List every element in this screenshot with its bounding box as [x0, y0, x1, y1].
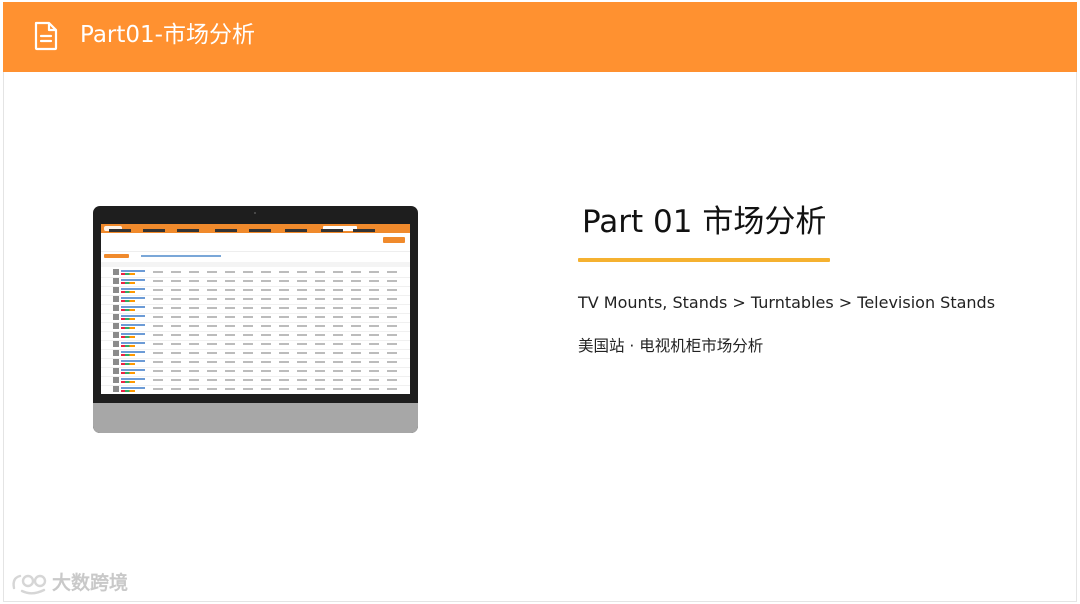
screen-row-part — [121, 327, 135, 329]
screen-row-part — [113, 314, 119, 320]
screen-row-part — [113, 305, 119, 311]
screen-row-part — [113, 341, 119, 347]
screen-row-part — [153, 289, 403, 291]
screen-row-part — [121, 297, 145, 299]
screen-row-part — [121, 273, 135, 275]
monitor-chin — [93, 403, 418, 433]
screen-row-part — [113, 368, 119, 374]
screen-row-part — [121, 351, 145, 353]
screen-row-part — [153, 280, 403, 282]
screen-row-part — [121, 387, 145, 389]
screen-row-part — [121, 333, 145, 335]
screen-row-part — [113, 332, 119, 338]
brand-logo-icon — [12, 574, 47, 595]
screen-row-part — [113, 287, 119, 293]
screen-row-part — [121, 342, 145, 344]
screen-stat — [177, 229, 199, 232]
screen-row-part — [121, 300, 135, 302]
screen-row-part — [113, 350, 119, 356]
screen-row-part — [113, 269, 119, 275]
screen-row-part — [121, 360, 145, 362]
screen-row-part — [121, 378, 145, 380]
screen-row-part — [153, 343, 403, 345]
watermark-text: 大数跨境 — [52, 572, 129, 594]
screen-row-part — [153, 370, 403, 372]
section-subtitle: 美国站 · 电视机柜市场分析 — [578, 337, 764, 355]
screen-button — [383, 237, 405, 243]
screen-row-part — [153, 379, 403, 381]
screen-filter-links — [141, 255, 221, 257]
screen-row-part — [153, 298, 403, 300]
screen-row-part — [113, 359, 119, 365]
screen-row-part — [113, 323, 119, 329]
title-underline — [578, 258, 830, 262]
screen-row-part — [121, 363, 135, 365]
screen-stat — [143, 229, 165, 232]
screen-row-part — [121, 309, 135, 311]
screen-stat — [353, 229, 375, 232]
screen-row-part — [121, 381, 135, 383]
screen-row-part — [113, 296, 119, 302]
dashboard-screenshot-image — [93, 206, 418, 433]
screen-row-part — [153, 361, 403, 363]
camera-dot — [254, 212, 256, 214]
screen-row-part — [153, 271, 403, 273]
screen-row-part — [121, 336, 135, 338]
screen-row-part — [113, 386, 119, 392]
screen-row-part — [153, 307, 403, 309]
screen-row-part — [121, 279, 145, 281]
screen-row-part — [153, 388, 403, 390]
screen-row-part — [121, 315, 145, 317]
category-breadcrumb: TV Mounts, Stands > Turntables > Televis… — [578, 293, 996, 312]
page-title: Part01-市场分析 — [80, 22, 255, 48]
screen-row-part — [153, 334, 403, 336]
screen-stat — [109, 229, 131, 232]
document-icon — [34, 21, 58, 51]
screen-row-part — [121, 270, 145, 272]
screen-row-part — [113, 377, 119, 383]
screen-row-part — [153, 352, 403, 354]
screen-row-part — [121, 324, 145, 326]
screen-filter — [104, 254, 129, 258]
monitor-screen — [101, 224, 410, 394]
screen-row-part — [121, 372, 135, 374]
screen-stat — [249, 229, 271, 232]
screen-row-part — [153, 325, 403, 327]
screen-stat — [285, 229, 307, 232]
screen-table-row — [101, 385, 410, 394]
section-title: Part 01 市场分析 — [582, 204, 827, 240]
screen-row-part — [121, 318, 135, 320]
screen-row-part — [121, 369, 145, 371]
screen-row-part — [121, 354, 135, 356]
screen-row-part — [113, 278, 119, 284]
screen-stat — [215, 229, 237, 232]
screen-row-part — [121, 282, 135, 284]
screen-row-part — [121, 288, 145, 290]
screen-row-part — [121, 345, 135, 347]
screen-stat — [321, 229, 343, 232]
screen-row-part — [121, 291, 135, 293]
screen-row-part — [121, 390, 135, 392]
screen-row-part — [153, 316, 403, 318]
screen-table-header — [101, 262, 410, 267]
screen-row-part — [121, 306, 145, 308]
screen-stats — [101, 233, 410, 252]
